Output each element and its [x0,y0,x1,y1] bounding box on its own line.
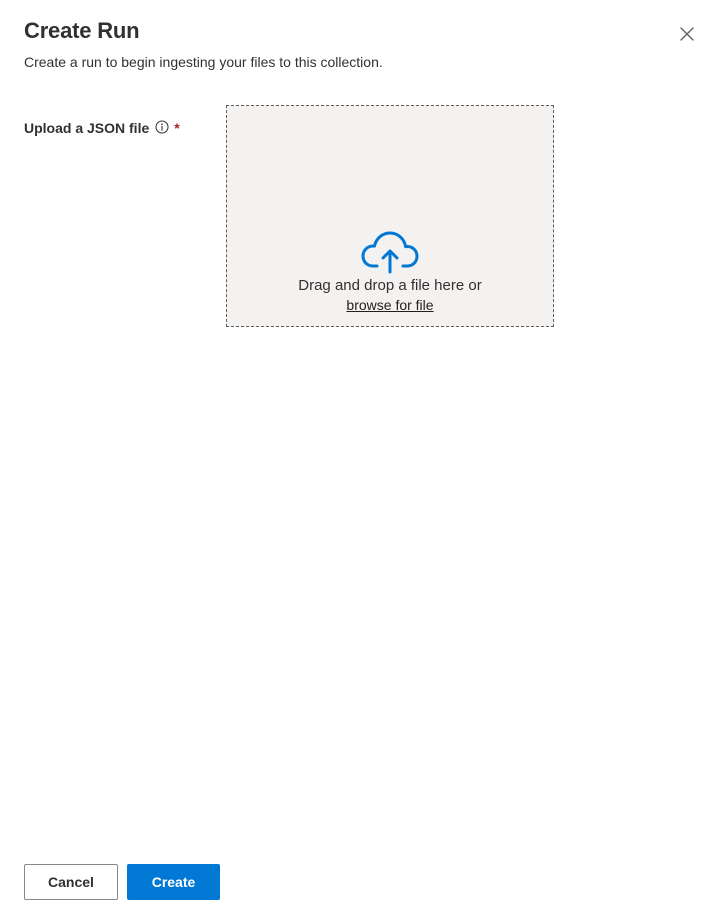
upload-label-text: Upload a JSON file [24,120,150,136]
close-icon [680,27,694,41]
cancel-button[interactable]: Cancel [24,864,118,900]
upload-field-label: Upload a JSON file * [24,120,180,136]
create-run-panel: Create Run Create a run to begin ingesti… [0,0,716,914]
dropzone-text: Drag and drop a file here or [298,277,482,294]
info-icon[interactable] [155,120,169,134]
create-button[interactable]: Create [127,864,220,900]
cloud-upload-icon [361,231,419,274]
close-button[interactable] [675,22,699,46]
panel-title: Create Run [24,18,140,43]
panel-subtitle: Create a run to begin ingesting your fil… [24,54,383,70]
browse-for-file-link[interactable]: browse for file [227,297,553,313]
required-indicator: * [174,120,180,136]
file-dropzone[interactable]: Drag and drop a file here or browse for … [226,105,554,327]
